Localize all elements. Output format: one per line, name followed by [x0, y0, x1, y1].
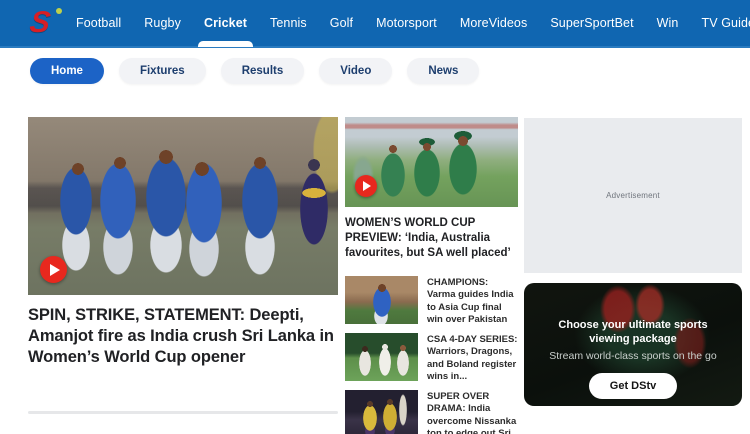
- tab-fixtures[interactable]: Fixtures: [118, 58, 206, 84]
- supersport-logo[interactable]: S: [27, 0, 62, 47]
- advertisement-label: Advertisement: [606, 191, 660, 200]
- nav-item-win[interactable]: Win: [657, 0, 679, 47]
- hero-article: SPIN, STRIKE, STATEMENT: Deepti, Amanjot…: [28, 117, 338, 368]
- right-sidebar: Advertisement Choose your ultimate sport…: [524, 118, 742, 406]
- list-item[interactable]: CSA 4-DAY SERIES: Warriors, Dragons, and…: [345, 332, 518, 384]
- nav-item-supersportbet[interactable]: SuperSportBet: [550, 0, 633, 47]
- news-list: CHAMPIONS: Varma guides India to Asia Cu…: [345, 275, 518, 434]
- logo-dot: [56, 8, 62, 14]
- promo-subtitle: Stream world-class sports on the go: [549, 349, 717, 362]
- news-thumbnail[interactable]: [345, 332, 418, 381]
- primary-nav-right: Videos SuperSportBet Win TV Guide: [489, 0, 750, 47]
- list-item[interactable]: CHAMPIONS: Varma guides India to Asia Cu…: [345, 275, 518, 327]
- hero-headline[interactable]: SPIN, STRIKE, STATEMENT: Deepti, Amanjot…: [28, 305, 338, 368]
- advertisement-placeholder: Advertisement: [524, 118, 742, 273]
- promo-title: Choose your ultimate sports viewing pack…: [558, 319, 708, 346]
- news-thumbnail[interactable]: [345, 389, 418, 434]
- top-navigation: S Football Rugby Cricket Tennis Golf Mot…: [0, 0, 750, 48]
- section-tabs: Home Fixtures Results Video News: [30, 58, 480, 84]
- tab-home[interactable]: Home: [30, 58, 104, 84]
- primary-nav: Football Rugby Cricket Tennis Golf Motor…: [76, 0, 489, 47]
- next-card-edge: [28, 411, 338, 414]
- nav-item-more[interactable]: More: [460, 0, 489, 47]
- news-headline[interactable]: CSA 4-DAY SERIES: Warriors, Dragons, and…: [427, 334, 518, 384]
- news-headline[interactable]: CHAMPIONS: Varma guides India to Asia Cu…: [427, 277, 518, 327]
- nav-item-football[interactable]: Football: [76, 0, 121, 47]
- tab-video[interactable]: Video: [319, 58, 393, 84]
- secondary-image[interactable]: [345, 117, 518, 207]
- nav-item-golf[interactable]: Golf: [330, 0, 353, 47]
- hero-image[interactable]: [28, 117, 338, 295]
- tab-news[interactable]: News: [407, 58, 480, 84]
- play-icon[interactable]: [355, 175, 377, 197]
- nav-item-rugby[interactable]: Rugby: [144, 0, 181, 47]
- play-icon[interactable]: [40, 256, 67, 283]
- supersport-cricket-page: S Football Rugby Cricket Tennis Golf Mot…: [0, 0, 750, 434]
- news-headline[interactable]: SUPER OVER DRAMA: India overcome Nissank…: [427, 391, 518, 434]
- nav-item-cricket[interactable]: Cricket: [197, 0, 254, 47]
- logo-letter: S: [27, 6, 53, 39]
- nav-item-motorsport[interactable]: Motorsport: [376, 0, 437, 47]
- get-dstv-button[interactable]: Get DStv: [588, 373, 678, 400]
- nav-item-videos[interactable]: Videos: [489, 0, 528, 47]
- list-item[interactable]: SUPER OVER DRAMA: India overcome Nissank…: [345, 389, 518, 434]
- tab-results[interactable]: Results: [220, 58, 305, 84]
- nav-item-tennis[interactable]: Tennis: [270, 0, 307, 47]
- secondary-headline[interactable]: WOMEN’S WORLD CUP PREVIEW: ‘India, Austr…: [345, 216, 518, 262]
- dstv-promo-banner[interactable]: Choose your ultimate sports viewing pack…: [524, 283, 742, 406]
- nav-item-tv-guide[interactable]: TV Guide: [701, 0, 750, 47]
- secondary-column: WOMEN’S WORLD CUP PREVIEW: ‘India, Austr…: [345, 117, 518, 434]
- news-thumbnail[interactable]: [345, 275, 418, 324]
